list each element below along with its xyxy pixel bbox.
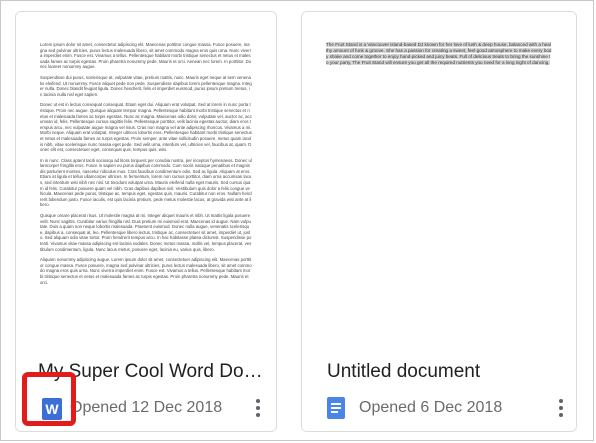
document-thumbnail[interactable]: Lorem ipsum dolor sit amet, consectetur …	[16, 12, 276, 338]
document-card-footer: Untitled document Opened 6 Dec 2018	[302, 337, 576, 431]
more-vert-icon[interactable]	[246, 395, 270, 421]
preview-paragraph: Suspendisse dui purus, scelerisque at, v…	[40, 74, 252, 97]
word-icon: W	[42, 398, 62, 420]
highlighted-text: The Fruit Stand is a Vancouver island-ba…	[326, 42, 552, 65]
document-title[interactable]: Untitled document	[327, 361, 568, 383]
preview-paragraph: Donec ut est in lectus consequat consequ…	[40, 102, 252, 153]
document-preview-text: The Fruit Stand is a Vancouver island-ba…	[326, 42, 552, 337]
opened-date: Opened 12 Dec 2018	[70, 399, 223, 416]
preview-paragraph: Quisque ornare placerat risus. Ut molest…	[40, 213, 252, 252]
document-card[interactable]: Lorem ipsum dolor sit amet, consectetur …	[15, 11, 277, 432]
preview-paragraph: In in nunc. Class aptent taciti sociosqu…	[40, 157, 252, 208]
opened-date: Opened 6 Dec 2018	[359, 399, 503, 416]
preview-paragraph: Lorem ipsum dolor sit amet, consectetur …	[40, 42, 252, 70]
document-meta: Opened 6 Dec 2018	[327, 397, 568, 419]
preview-paragraph: The Fruit Stand is a Vancouver island-ba…	[326, 42, 552, 66]
documents-grid: Lorem ipsum dolor sit amet, consectetur …	[0, 0, 594, 441]
document-title[interactable]: My Super Cool Word Doc.docx	[38, 361, 268, 383]
document-thumbnail[interactable]: The Fruit Stand is a Vancouver island-ba…	[302, 12, 576, 338]
document-preview-text: Lorem ipsum dolor sit amet, consectetur …	[40, 42, 252, 337]
document-card-footer: My Super Cool Word Doc.docx W Opened 12 …	[16, 337, 276, 431]
preview-paragraph: Aliquam nonummy adipiscing augue. Lorem …	[40, 257, 252, 285]
google-docs-icon	[327, 397, 345, 419]
document-meta: W Opened 12 Dec 2018	[38, 395, 270, 421]
more-vert-icon[interactable]	[549, 395, 573, 421]
document-card[interactable]: The Fruit Stand is a Vancouver island-ba…	[301, 11, 577, 432]
